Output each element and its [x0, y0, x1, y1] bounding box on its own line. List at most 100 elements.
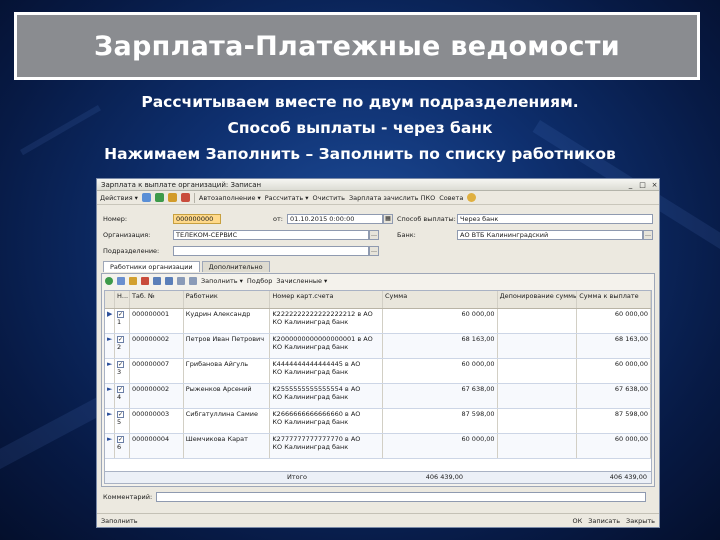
date-field[interactable]: 01.10.2015 0:00:00 [287, 214, 383, 224]
row-checkbox[interactable]: ✓ [116, 436, 124, 443]
tab-strip: Работники организации Дополнительно [103, 261, 270, 272]
row-number: 1 [116, 318, 122, 326]
row-deposit [498, 359, 578, 383]
help-icon[interactable] [467, 193, 477, 202]
add-icon[interactable] [141, 193, 151, 202]
dept-select-button[interactable]: … [369, 246, 379, 256]
row-checkbox[interactable]: ✓ [116, 361, 124, 368]
close-button[interactable]: Закрыть [626, 517, 655, 525]
add-row-icon[interactable] [105, 277, 113, 285]
credit-pko-button[interactable]: Зарплата зачислить ПКО [349, 194, 435, 202]
header-card-account[interactable]: Номер карт.счета [270, 291, 383, 308]
ok-button[interactable]: ОК [573, 517, 583, 525]
move-up-icon[interactable] [153, 277, 161, 285]
post-icon[interactable] [167, 193, 177, 202]
table-row[interactable]: ► ✓ 4 000000002 Рыженков Арсений K2555555… [105, 384, 651, 409]
copy-row-icon[interactable] [117, 277, 125, 285]
date-label: от: [273, 215, 283, 223]
employees-table: Н... Таб. № Работник Номер карт.счета Су… [104, 290, 652, 484]
row-payout: 67 638,00 [577, 384, 651, 408]
header-n[interactable]: Н... [115, 291, 130, 308]
dept-row: Подразделение: … [103, 245, 379, 257]
tab-additional[interactable]: Дополнительно [201, 261, 270, 272]
org-field[interactable]: ТЕЛЕКОМ-СЕРВИС [173, 230, 369, 240]
comment-field[interactable] [156, 492, 647, 502]
bank-field[interactable]: АО ВТБ Калининградский [457, 230, 643, 240]
edit-row-icon[interactable] [129, 277, 137, 285]
status-fill-label: Заполнить [101, 516, 138, 525]
org-select-button[interactable]: … [369, 230, 379, 240]
number-row: Номер: 000000000 [103, 213, 221, 225]
delete-row-icon[interactable] [141, 277, 149, 285]
actions-menu[interactable]: Действия ▾ [100, 194, 138, 202]
header-sum[interactable]: Сумма [383, 291, 498, 308]
row-marker-icon: ► [105, 359, 115, 383]
row-employee: Рыженков Арсений [184, 384, 271, 408]
panel-toolbar: Заполнить ▾ Подбор Зачисленные ▾ [102, 274, 654, 288]
main-toolbar: Действия ▾ Автозаполнение ▾ Рассчитать ▾… [97, 191, 659, 205]
tab-employees[interactable]: Работники организации [103, 261, 200, 272]
advice-button[interactable]: Совета [439, 194, 463, 202]
calendar-icon[interactable]: ▦ [383, 214, 393, 224]
total-payout: 406 439,00 [609, 473, 647, 481]
row-checkbox[interactable]: ✓ [116, 386, 124, 393]
row-marker-icon: ► [105, 434, 115, 458]
row-number: 3 [116, 368, 122, 376]
minimize-icon[interactable]: _ [626, 181, 635, 189]
table-header: Н... Таб. № Работник Номер карт.счета Су… [105, 291, 651, 309]
row-deposit [498, 309, 578, 333]
row-employee: Шемчикова Карат [184, 434, 271, 458]
row-number: 6 [116, 443, 122, 451]
sort-desc-icon[interactable] [189, 277, 197, 285]
row-sum: 87 598,00 [383, 409, 498, 433]
fill-button[interactable]: Заполнить ▾ [201, 277, 243, 285]
row-card: K2555555555555554 в АО [272, 385, 361, 393]
row-bank: КО Калининград банк [272, 443, 349, 451]
row-card: K2666666666666660 в АО [272, 410, 361, 418]
row-bank: КО Калининград банк [272, 343, 349, 351]
header-payout[interactable]: Сумма к выплате [577, 291, 651, 308]
write-button[interactable]: Записать [588, 517, 620, 525]
dept-field[interactable] [173, 246, 369, 256]
maximize-icon[interactable]: □ [638, 181, 647, 189]
close-icon[interactable]: × [650, 181, 659, 189]
table-row[interactable]: ► ✓ 3 000000007 Грибанова Айгуль K4444444… [105, 359, 651, 384]
row-checkbox[interactable]: ✓ [116, 411, 124, 418]
clear-button[interactable]: Очистить [313, 194, 345, 202]
org-row: Организация: ТЕЛЕКОМ-СЕРВИС … [103, 229, 379, 241]
bank-label: Банк: [397, 231, 416, 239]
row-deposit [498, 334, 578, 358]
row-checkbox[interactable]: ✓ [116, 336, 124, 343]
row-bank: КО Калининград банк [272, 368, 349, 376]
bank-select-button[interactable]: … [643, 230, 653, 240]
autofill-button[interactable]: Автозаполнение ▾ [199, 194, 261, 202]
sort-asc-icon[interactable] [177, 277, 185, 285]
document-window: Зарплата к выплате организаций: Записан … [96, 178, 660, 528]
header-tab-number[interactable]: Таб. № [130, 291, 184, 308]
table-row[interactable]: ► ✓ 5 000000003 Сибгатуллина Самие K26666… [105, 409, 651, 434]
row-marker-icon: ► [105, 409, 115, 433]
header-employee[interactable]: Работник [184, 291, 271, 308]
table-row[interactable]: ▶ ✓ 1 000000001 Кудрин Александр K2222222… [105, 309, 651, 334]
move-down-icon[interactable] [165, 277, 173, 285]
table-row[interactable]: ► ✓ 6 000000004 Шемчикова Карат K27777777… [105, 434, 651, 459]
row-card: K2777777777777770 в АО [272, 435, 361, 443]
credited-button[interactable]: Зачисленные ▾ [276, 277, 327, 285]
calculate-button[interactable]: Рассчитать ▾ [265, 194, 309, 202]
save-icon[interactable] [154, 193, 164, 202]
row-tab-number: 000000002 [130, 334, 184, 358]
bank-row: Банк: АО ВТБ Калининградский … [397, 229, 653, 241]
slide-line-1: Рассчитываем вместе по двум подразделени… [141, 93, 579, 111]
number-field[interactable]: 000000000 [173, 214, 221, 224]
select-button[interactable]: Подбор [247, 277, 272, 285]
row-number: 2 [116, 343, 122, 351]
row-employee: Кудрин Александр [184, 309, 271, 333]
row-sum: 60 000,00 [383, 309, 498, 333]
row-checkbox[interactable]: ✓ [116, 311, 124, 318]
payment-method-select[interactable]: Через банк [457, 214, 653, 224]
delete-icon[interactable] [180, 193, 190, 202]
header-deposit[interactable]: Депонирование суммы [498, 291, 578, 308]
row-bank: КО Калининград банк [272, 318, 349, 326]
slide-title: Зарплата-Платежные ведомости [93, 30, 620, 62]
table-row[interactable]: ► ✓ 2 000000002 Петров Иван Петрович K200… [105, 334, 651, 359]
